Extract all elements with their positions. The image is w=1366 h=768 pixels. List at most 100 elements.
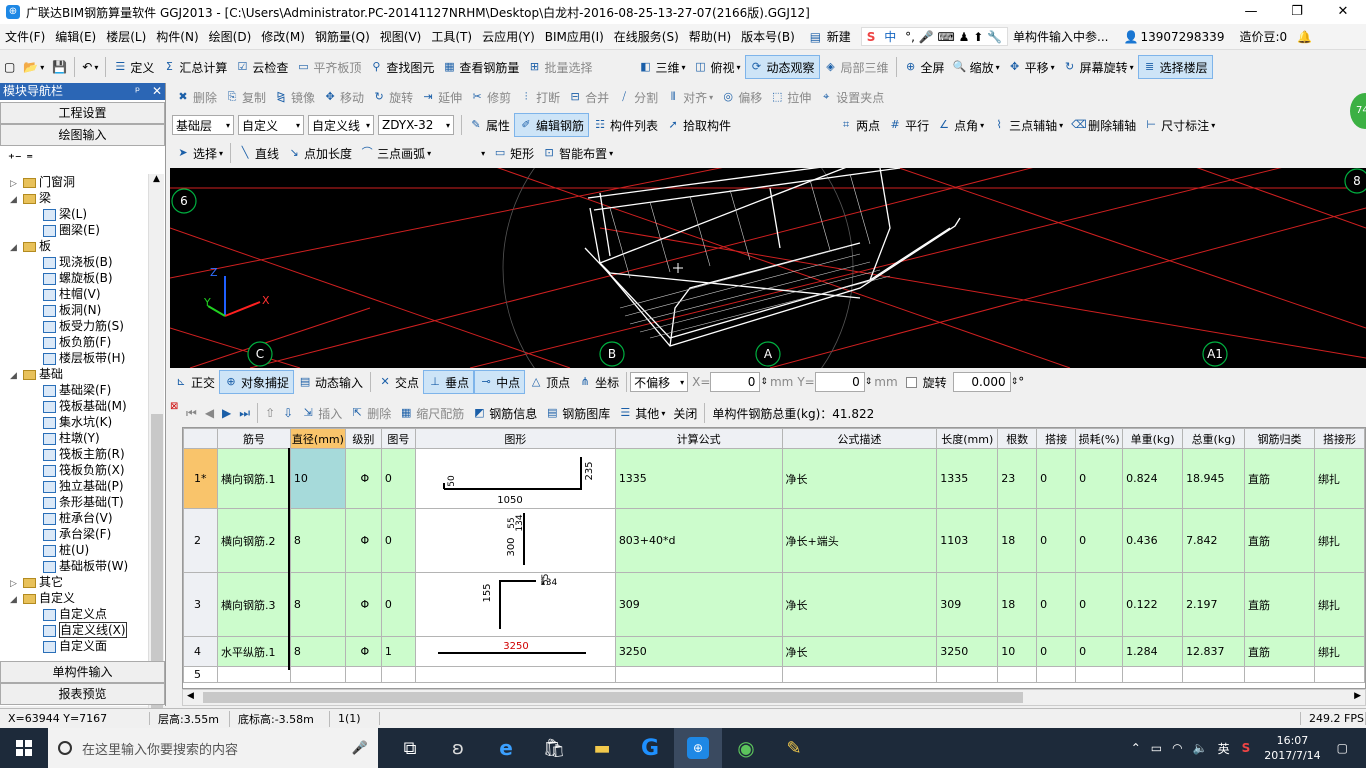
- cell-name[interactable]: 横向钢筋.3: [216, 572, 291, 637]
- tree-item[interactable]: 自定义线(X): [0, 622, 148, 638]
- delete-button[interactable]: ✖ 删除: [172, 85, 221, 109]
- stretch-button[interactable]: ⬚ 拉伸: [766, 85, 815, 109]
- tree-item[interactable]: 板负筋(F): [0, 334, 148, 350]
- cell-shape[interactable]: 155 134 55: [414, 572, 616, 637]
- cell-cat[interactable]: 直筋: [1244, 508, 1315, 573]
- cell-shape[interactable]: 1050 235 50: [414, 448, 616, 509]
- col-header-lap[interactable]: 搭接: [1036, 428, 1077, 449]
- cell-name[interactable]: 横向钢筋.2: [216, 508, 291, 573]
- menu-tools[interactable]: 工具(T): [426, 28, 477, 45]
- cell-name[interactable]: [216, 666, 291, 683]
- tree-item[interactable]: 筏板负筋(X): [0, 462, 148, 478]
- cell-count[interactable]: 18: [997, 508, 1038, 573]
- cell-fig[interactable]: 0: [380, 572, 416, 637]
- cell-formula[interactable]: [614, 666, 783, 683]
- point-angle-button[interactable]: ∠ 点角 ▾: [933, 113, 988, 137]
- cell-fig[interactable]: 0: [380, 448, 416, 509]
- bell-icon[interactable]: 🔔: [1292, 30, 1312, 44]
- drawing-input-button[interactable]: 绘图输入: [0, 124, 165, 146]
- set-grip-button[interactable]: ⌖ 设置夹点: [815, 85, 888, 109]
- file-new-icon[interactable]: ▢: [0, 55, 19, 79]
- rebar-info-button[interactable]: ◩ 钢筋信息: [468, 401, 541, 425]
- cell-cat[interactable]: 直筋: [1244, 636, 1315, 667]
- expand-collapse-icons[interactable]: ⁺⁻ ⁼: [0, 146, 165, 168]
- row-number[interactable]: 2: [183, 508, 218, 573]
- table-row[interactable]: 5: [183, 666, 1365, 683]
- scale-rebar-button[interactable]: ▦ 缩尺配筋: [395, 401, 468, 425]
- menu-version[interactable]: 版本号(B): [736, 28, 800, 45]
- tree-item[interactable]: 自定义点: [0, 606, 148, 622]
- rect-dropdown[interactable]: ▾: [475, 141, 489, 165]
- object-snap-toggle[interactable]: ⊕ 对象捕捉: [219, 370, 295, 394]
- pin-icon[interactable]: ᵖ: [135, 83, 140, 100]
- cell-len[interactable]: 309: [936, 572, 999, 637]
- component-list-button[interactable]: ☷ 构件列表: [589, 113, 662, 137]
- menu-online[interactable]: 在线服务(S): [609, 28, 684, 45]
- tree-item[interactable]: 梁(L): [0, 206, 148, 222]
- rotate-button[interactable]: ↻ 旋转: [368, 85, 417, 109]
- perpendicular-snap[interactable]: ⊥ 垂点: [423, 370, 475, 394]
- trim-button[interactable]: ✂ 修剪: [466, 85, 515, 109]
- store-icon[interactable]: 🛍: [530, 728, 578, 768]
- cell-fig[interactable]: [380, 666, 416, 683]
- cell-unit-w[interactable]: 0.436: [1122, 508, 1184, 573]
- tree-scrollbar[interactable]: ▲ ▼: [148, 174, 164, 744]
- col-header-formula-desc[interactable]: 公式描述: [781, 428, 938, 449]
- notes-app-icon[interactable]: ✎: [770, 728, 818, 768]
- cell-cat[interactable]: [1244, 666, 1315, 683]
- col-header-bar-no[interactable]: 筋号: [216, 428, 291, 449]
- summarize-button[interactable]: Σ 汇总计算: [158, 55, 231, 79]
- two-point-axis-button[interactable]: ⌗ 两点: [835, 113, 884, 137]
- report-preview-button[interactable]: 报表预览: [0, 683, 165, 705]
- new-button[interactable]: ▤ 新建: [800, 28, 861, 45]
- cell-dia[interactable]: 8: [289, 636, 346, 667]
- delete-row-button[interactable]: ⇱ 删除: [346, 401, 395, 425]
- open-folder-icon[interactable]: 📂 ▾: [19, 55, 48, 79]
- cell-lap-type[interactable]: [1313, 666, 1365, 683]
- tray-arrow-icon[interactable]: ⌃: [1131, 741, 1141, 755]
- three-point-axis-button[interactable]: ⌇ 三点辅轴 ▾: [988, 113, 1067, 137]
- rebar-library-button[interactable]: ▤ 钢筋图库: [541, 401, 614, 425]
- edge-icon[interactable]: e: [482, 728, 530, 768]
- restore-button[interactable]: ❐: [1274, 0, 1320, 24]
- cell-dia[interactable]: 10: [289, 448, 346, 509]
- minimize-button[interactable]: —: [1228, 0, 1274, 24]
- batch-select-button[interactable]: ⊞ 批量选择: [523, 55, 596, 79]
- cell-loss[interactable]: 0: [1075, 508, 1124, 573]
- cell-name[interactable]: 横向钢筋.1: [216, 448, 291, 509]
- fullscreen-button[interactable]: ⊕ 全屏: [900, 55, 949, 79]
- user-account[interactable]: 👤 13907298339: [1113, 30, 1234, 44]
- copy-button[interactable]: ⎘ 复制: [221, 85, 270, 109]
- cell-total-w[interactable]: [1182, 666, 1246, 683]
- close-grid-button[interactable]: 关闭: [669, 401, 701, 425]
- offset-select[interactable]: 不偏移 ▾: [630, 372, 689, 392]
- cell-total-w[interactable]: 12.837: [1182, 636, 1246, 667]
- file-explorer-icon[interactable]: ▬: [578, 728, 626, 768]
- cell-loss[interactable]: 0: [1075, 636, 1124, 667]
- cell-shape[interactable]: [414, 666, 616, 683]
- tree-item[interactable]: 桩承台(V): [0, 510, 148, 526]
- cell-total-w[interactable]: 18.945: [1182, 448, 1246, 509]
- delete-axis-button[interactable]: ⌫ 删除辅轴: [1067, 113, 1140, 137]
- notification-icon[interactable]: ▢: [1337, 741, 1348, 755]
- last-record-button[interactable]: ⏭: [235, 401, 254, 425]
- vertex-snap[interactable]: △ 顶点: [525, 370, 574, 394]
- table-row[interactable]: 4 水平纵筋.1 8 Φ 1 3250 3250 净长 3250 10 0 0 1.284 12.837 直…: [183, 636, 1365, 667]
- tree-item[interactable]: 现浇板(B): [0, 254, 148, 270]
- cell-desc[interactable]: 净长: [781, 448, 938, 509]
- cell-len[interactable]: 1103: [936, 508, 999, 573]
- col-header-figure-no[interactable]: 图号: [380, 428, 416, 449]
- menu-floor[interactable]: 楼层(L): [101, 28, 151, 45]
- tree-item[interactable]: ◢ 自定义: [0, 590, 148, 606]
- tree-item[interactable]: ◢ 板: [0, 238, 148, 254]
- menu-help[interactable]: 帮助(H): [684, 28, 736, 45]
- smart-layout-button[interactable]: ⊡ 智能布置 ▾: [538, 141, 617, 165]
- split-button[interactable]: ⧸ 分割: [613, 85, 662, 109]
- single-component-input-button[interactable]: 单构件输入: [0, 661, 165, 683]
- table-hscrollbar[interactable]: ◀ ▶: [182, 689, 1366, 706]
- tree-item[interactable]: 螺旋板(B): [0, 270, 148, 286]
- x-spinner[interactable]: ⇕: [760, 377, 768, 387]
- offset-button[interactable]: ◎ 偏移: [717, 85, 766, 109]
- local-3d-button[interactable]: ◈ 局部三维: [820, 55, 893, 79]
- green-app-icon[interactable]: ◉: [722, 728, 770, 768]
